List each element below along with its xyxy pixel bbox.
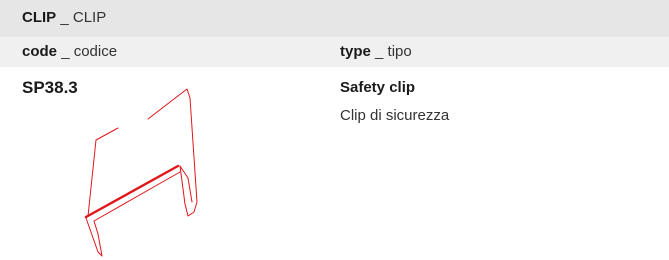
column-type-it: tipo — [387, 43, 412, 60]
clip-main-bar — [84, 164, 180, 219]
table-header: CLIP _ CLIP — [0, 0, 669, 37]
column-headers: code _ codice type _ tipo — [0, 37, 669, 67]
clip-lower-bar — [93, 171, 181, 222]
product-type-en: Safety clip — [340, 79, 416, 96]
column-code-it: codice — [73, 43, 118, 60]
title-en: CLIP — [22, 9, 57, 26]
column-code-separator: _ — [61, 43, 70, 60]
safety-clip-drawing — [84, 88, 198, 257]
column-type-separator: _ — [375, 43, 384, 60]
clip-hook — [85, 217, 103, 257]
clip-outline-left — [85, 127, 119, 219]
column-header-type: type _ tipo — [340, 43, 412, 61]
title-it: CLIP — [72, 9, 107, 26]
title-separator: _ — [60, 9, 69, 26]
column-header-code: code _ codice — [22, 43, 117, 61]
table-row: SP38.3 Safety clip Clip di sicurezza — [0, 69, 669, 260]
column-type-en: type — [340, 43, 371, 60]
clip-outline-upper — [147, 88, 198, 217]
product-type-it: Clip di sicurezza — [340, 107, 450, 124]
column-code-en: code — [22, 43, 58, 60]
clip-right-leg — [179, 165, 193, 203]
table-title: CLIP _ CLIP — [22, 9, 106, 27]
